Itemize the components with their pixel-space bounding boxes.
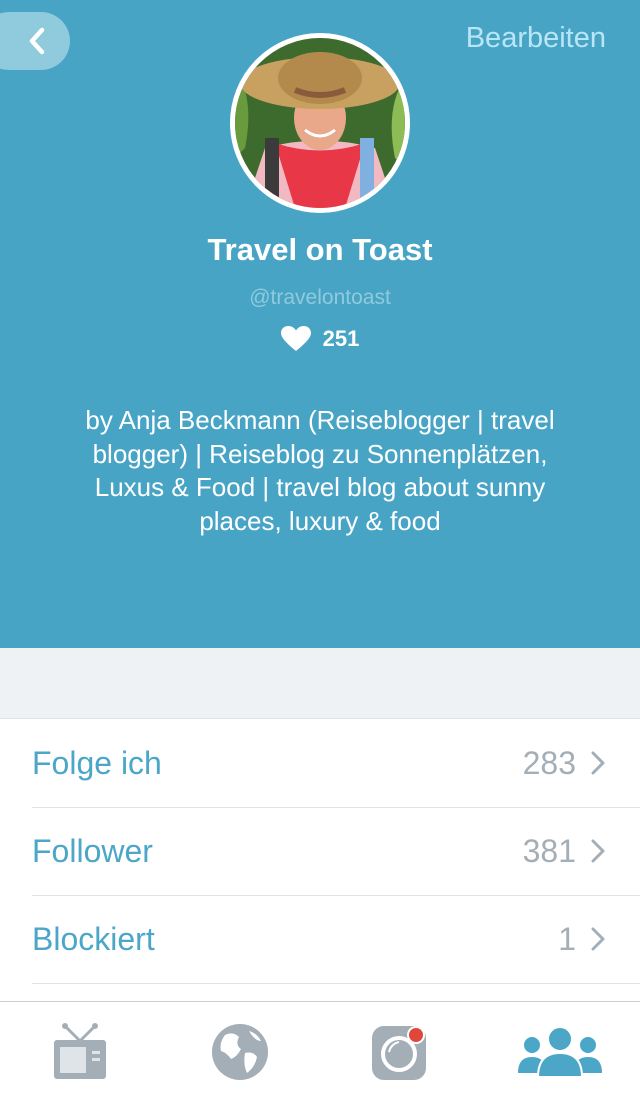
globe-icon [212,1023,268,1080]
connections-list: Folge ich 283 Follower 381 Blockiert 1 [0,718,640,1002]
likes-count: 251 [322,326,360,351]
list-row-blocked[interactable]: Blockiert 1 [32,895,640,984]
profile-name: Travel on Toast [207,232,433,267]
back-button[interactable] [0,12,70,70]
tab-profile[interactable] [480,1002,640,1101]
chevron-right-icon [590,838,610,864]
tab-tv[interactable] [0,1002,160,1101]
tab-bar [0,1001,640,1101]
list-row-followers[interactable]: Follower 381 [32,807,640,896]
chevron-right-icon [590,926,610,952]
row-count: 381 [522,832,576,869]
profile-bio: by Anja Beckmann (Reiseblogger | travel … [85,405,555,536]
chevron-right-icon [590,750,610,776]
notification-badge [407,1025,425,1044]
tab-explore[interactable] [160,1002,320,1101]
chevron-left-icon [29,27,45,55]
row-count: 283 [522,744,576,781]
row-count: 1 [558,920,576,957]
likes-counter: 251 [0,326,640,352]
tab-camera[interactable] [320,1002,480,1101]
people-icon [518,1025,602,1078]
avatar [230,33,410,213]
tv-icon [54,1022,106,1079]
row-label: Follower [32,832,153,869]
edit-button[interactable]: Bearbeiten [466,22,606,55]
heart-icon [280,326,311,351]
row-label: Folge ich [32,744,162,781]
profile-handle: @travelontoast [249,286,391,309]
avatar-photo [235,38,405,208]
row-label: Blockiert [32,920,155,957]
camera-icon [372,1025,426,1080]
list-row-following[interactable]: Folge ich 283 [32,719,640,808]
profile-header: Bearbeiten Travel on Toast @travelontoas… [0,0,640,648]
